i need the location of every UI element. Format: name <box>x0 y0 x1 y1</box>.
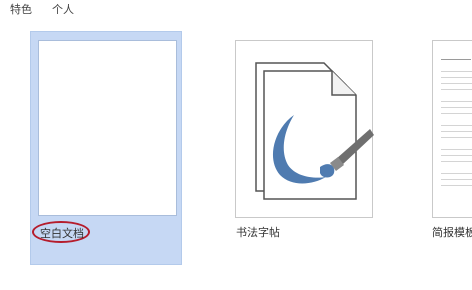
template-blank-document[interactable]: 空白文档 <box>30 31 182 265</box>
resume-line <box>441 125 472 126</box>
resume-line <box>441 107 472 108</box>
resume-line <box>441 113 472 114</box>
resume-line <box>441 89 472 90</box>
template-label-blank: 空白文档 <box>40 227 84 240</box>
resume-line <box>441 161 472 162</box>
resume-line <box>441 185 472 186</box>
template-calligraphy[interactable] <box>235 40 374 220</box>
tab-personal[interactable]: 个人 <box>52 2 74 18</box>
resume-line <box>441 77 472 78</box>
template-label-calligraphy: 书法字帖 <box>236 226 280 239</box>
template-label-resume: 简报模板 <box>432 226 472 239</box>
resume-line <box>441 149 472 150</box>
resume-line <box>441 179 472 180</box>
resume-line <box>441 155 472 156</box>
resume-line <box>441 83 472 84</box>
tab-featured[interactable]: 特色 <box>10 2 32 18</box>
resume-line <box>441 137 472 138</box>
resume-heading-line <box>441 59 471 60</box>
resume-line <box>441 131 472 132</box>
template-resume[interactable] <box>432 40 472 220</box>
resume-thumbnail <box>432 40 472 218</box>
resume-line <box>441 71 472 72</box>
calligraphy-thumbnail <box>235 40 374 218</box>
resume-line <box>441 173 472 174</box>
resume-line <box>441 101 472 102</box>
calligraphy-document-icon <box>255 62 374 200</box>
blank-page-thumbnail <box>38 40 177 216</box>
